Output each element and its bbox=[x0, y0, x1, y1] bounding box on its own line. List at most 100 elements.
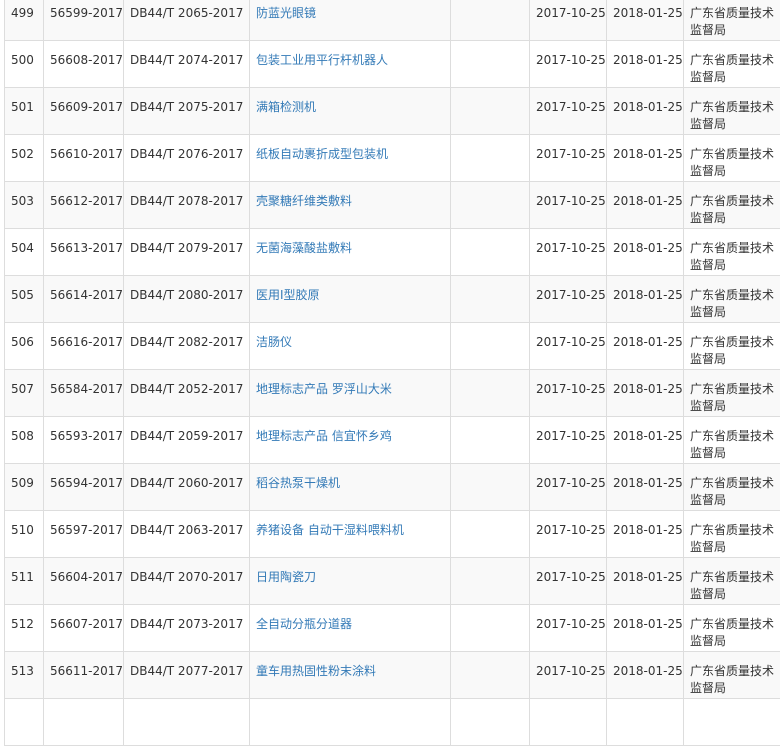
table-row: 506 56616-2017 DB44/T 2082-2017 洁肠仪 2017… bbox=[5, 323, 780, 370]
standard-name-cell: 养猪设备 自动干湿料喂料机 bbox=[250, 511, 451, 558]
row-number: 504 bbox=[5, 229, 44, 276]
implement-date bbox=[607, 699, 684, 746]
standard-name-link[interactable]: 壳聚糖纤维类敷料 bbox=[256, 194, 352, 208]
standard-name-link[interactable]: 洁肠仪 bbox=[256, 335, 292, 349]
record-number: 56609-2017 bbox=[44, 88, 124, 135]
implement-date: 2018-01-25 bbox=[607, 558, 684, 605]
standard-code: DB44/T 2076-2017 bbox=[124, 135, 250, 182]
table-row: 507 56584-2017 DB44/T 2052-2017 地理标志产品 罗… bbox=[5, 370, 780, 417]
standard-name-cell: 稻谷热泵干燥机 bbox=[250, 464, 451, 511]
department: 广东省质量技术监督局 bbox=[684, 88, 780, 135]
standard-code: DB44/T 2060-2017 bbox=[124, 464, 250, 511]
record-number: 56593-2017 bbox=[44, 417, 124, 464]
standard-name-link[interactable]: 稻谷热泵干燥机 bbox=[256, 476, 340, 490]
standard-name-link[interactable]: 童车用热固性粉末涂料 bbox=[256, 664, 376, 678]
blank-cell bbox=[451, 699, 530, 746]
row-number: 502 bbox=[5, 135, 44, 182]
standard-code: DB44/T 2065-2017 bbox=[124, 0, 250, 41]
department bbox=[684, 699, 780, 746]
implement-date: 2018-01-25 bbox=[607, 88, 684, 135]
department: 广东省质量技术监督局 bbox=[684, 229, 780, 276]
row-number: 508 bbox=[5, 417, 44, 464]
implement-date: 2018-01-25 bbox=[607, 135, 684, 182]
blank-cell bbox=[451, 182, 530, 229]
blank-cell bbox=[451, 605, 530, 652]
row-number: 503 bbox=[5, 182, 44, 229]
blank-cell bbox=[451, 652, 530, 699]
standard-name-cell: 童车用热固性粉末涂料 bbox=[250, 652, 451, 699]
record-number: 56604-2017 bbox=[44, 558, 124, 605]
standard-name-link[interactable]: 养猪设备 自动干湿料喂料机 bbox=[256, 523, 404, 537]
table-row: 502 56610-2017 DB44/T 2076-2017 纸板自动裹折成型… bbox=[5, 135, 780, 182]
standard-name-link[interactable]: 满箱检测机 bbox=[256, 100, 316, 114]
department: 广东省质量技术监督局 bbox=[684, 511, 780, 558]
standard-name-link[interactable]: 地理标志产品 罗浮山大米 bbox=[256, 382, 392, 396]
record-number: 56599-2017 bbox=[44, 0, 124, 41]
blank-cell bbox=[451, 511, 530, 558]
row-number: 501 bbox=[5, 88, 44, 135]
publish-date: 2017-10-25 bbox=[530, 41, 607, 88]
table-body: 499 56599-2017 DB44/T 2065-2017 防蓝光眼镜 20… bbox=[5, 0, 780, 746]
blank-cell bbox=[451, 229, 530, 276]
publish-date: 2017-10-25 bbox=[530, 229, 607, 276]
standard-name-cell: 纸板自动裹折成型包装机 bbox=[250, 135, 451, 182]
table-row: 500 56608-2017 DB44/T 2074-2017 包装工业用平行杆… bbox=[5, 41, 780, 88]
standard-code: DB44/T 2070-2017 bbox=[124, 558, 250, 605]
row-number bbox=[5, 699, 44, 746]
standard-name-link[interactable]: 日用陶瓷刀 bbox=[256, 570, 316, 584]
standard-name-link[interactable]: 全自动分瓶分道器 bbox=[256, 617, 352, 631]
record-number: 56594-2017 bbox=[44, 464, 124, 511]
department: 广东省质量技术监督局 bbox=[684, 652, 780, 699]
standard-name-cell: 壳聚糖纤维类敷料 bbox=[250, 182, 451, 229]
table-row: 511 56604-2017 DB44/T 2070-2017 日用陶瓷刀 20… bbox=[5, 558, 780, 605]
standard-name-cell: 日用陶瓷刀 bbox=[250, 558, 451, 605]
record-number: 56614-2017 bbox=[44, 276, 124, 323]
publish-date: 2017-10-25 bbox=[530, 276, 607, 323]
blank-cell bbox=[451, 417, 530, 464]
row-number: 513 bbox=[5, 652, 44, 699]
standard-name-cell: 包装工业用平行杆机器人 bbox=[250, 41, 451, 88]
blank-cell bbox=[451, 88, 530, 135]
table-row: 501 56609-2017 DB44/T 2075-2017 满箱检测机 20… bbox=[5, 88, 780, 135]
record-number: 56616-2017 bbox=[44, 323, 124, 370]
implement-date: 2018-01-25 bbox=[607, 229, 684, 276]
table-row: 504 56613-2017 DB44/T 2079-2017 无菌海藻酸盐敷料… bbox=[5, 229, 780, 276]
standard-name-link[interactable]: 医用Ⅰ型胶原 bbox=[256, 288, 320, 302]
standard-name-link[interactable]: 地理标志产品 信宜怀乡鸡 bbox=[256, 429, 392, 443]
publish-date: 2017-10-25 bbox=[530, 370, 607, 417]
standard-name-cell: 地理标志产品 罗浮山大米 bbox=[250, 370, 451, 417]
publish-date bbox=[530, 699, 607, 746]
standard-code: DB44/T 2075-2017 bbox=[124, 88, 250, 135]
publish-date: 2017-10-25 bbox=[530, 511, 607, 558]
standard-name-link[interactable]: 包装工业用平行杆机器人 bbox=[256, 53, 388, 67]
row-number: 510 bbox=[5, 511, 44, 558]
standard-name-cell: 满箱检测机 bbox=[250, 88, 451, 135]
standard-name-cell: 地理标志产品 信宜怀乡鸡 bbox=[250, 417, 451, 464]
row-number: 505 bbox=[5, 276, 44, 323]
publish-date: 2017-10-25 bbox=[530, 323, 607, 370]
standard-name-link[interactable]: 防蓝光眼镜 bbox=[256, 6, 316, 20]
publish-date: 2017-10-25 bbox=[530, 417, 607, 464]
publish-date: 2017-10-25 bbox=[530, 464, 607, 511]
table-row: 508 56593-2017 DB44/T 2059-2017 地理标志产品 信… bbox=[5, 417, 780, 464]
standard-code: DB44/T 2080-2017 bbox=[124, 276, 250, 323]
blank-cell bbox=[451, 558, 530, 605]
standards-table: 499 56599-2017 DB44/T 2065-2017 防蓝光眼镜 20… bbox=[4, 0, 780, 746]
standard-code: DB44/T 2074-2017 bbox=[124, 41, 250, 88]
blank-cell bbox=[451, 370, 530, 417]
department: 广东省质量技术监督局 bbox=[684, 370, 780, 417]
standard-name-link[interactable]: 无菌海藻酸盐敷料 bbox=[256, 241, 352, 255]
standard-code: DB44/T 2059-2017 bbox=[124, 417, 250, 464]
record-number bbox=[44, 699, 124, 746]
implement-date: 2018-01-25 bbox=[607, 652, 684, 699]
standard-code: DB44/T 2077-2017 bbox=[124, 652, 250, 699]
publish-date: 2017-10-25 bbox=[530, 135, 607, 182]
standard-name-link[interactable]: 纸板自动裹折成型包装机 bbox=[256, 147, 388, 161]
standard-code: DB44/T 2073-2017 bbox=[124, 605, 250, 652]
row-number: 500 bbox=[5, 41, 44, 88]
record-number: 56607-2017 bbox=[44, 605, 124, 652]
table-row: 513 56611-2017 DB44/T 2077-2017 童车用热固性粉末… bbox=[5, 652, 780, 699]
publish-date: 2017-10-25 bbox=[530, 652, 607, 699]
record-number: 56584-2017 bbox=[44, 370, 124, 417]
standard-code: DB44/T 2078-2017 bbox=[124, 182, 250, 229]
